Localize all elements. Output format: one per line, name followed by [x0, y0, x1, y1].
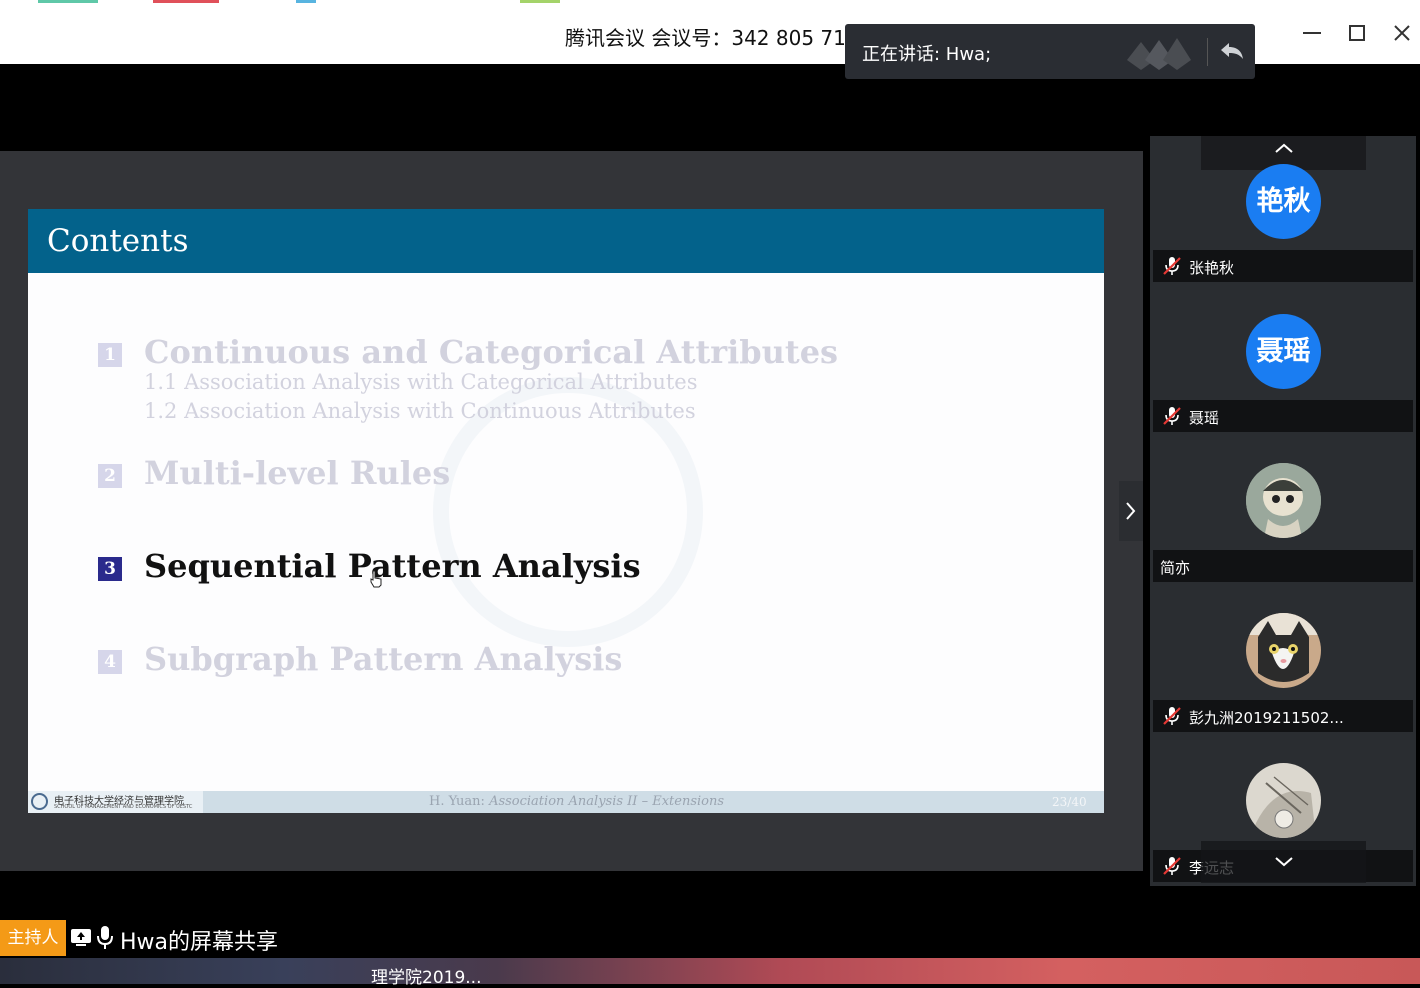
meeting-title: 腾讯会议 会议号：342 805 714: [565, 26, 859, 50]
title-accent-strip: [520, 0, 560, 3]
host-badge: 主持人: [0, 920, 66, 956]
panel-toggle-button[interactable]: [1119, 481, 1143, 541]
title-accent-strip: [153, 0, 219, 3]
mic-icon: [97, 926, 113, 949]
participant-name: 聂瑶: [1189, 409, 1220, 427]
participant-tile[interactable]: 简亦: [1150, 436, 1416, 584]
section-title: Subgraph Pattern Analysis: [144, 640, 623, 678]
audio-wave-icon: [1127, 38, 1191, 70]
footer-course: Association Analysis II – Extensions: [489, 794, 725, 809]
footer-author: H. Yuan:: [429, 794, 490, 809]
subsection-title: 1.2 Association Analysis with Continuous…: [144, 399, 696, 423]
speaking-indicator: 正在讲话: Hwa;: [845, 24, 1255, 79]
divider: [1207, 38, 1208, 66]
mic-muted-icon: [1163, 707, 1181, 725]
section-number: 2: [98, 464, 122, 488]
avatar-image: [1246, 613, 1321, 688]
mic-muted-icon: [1163, 857, 1181, 875]
participant-name: 张艳秋: [1189, 259, 1235, 277]
desktop-background: [0, 958, 1420, 984]
section-title: Continuous and Categorical Attributes: [144, 333, 839, 371]
reply-icon[interactable]: [1217, 36, 1247, 66]
chevron-down-icon: [1275, 857, 1293, 867]
participant-tile[interactable]: 聂瑶 聂瑶: [1150, 286, 1416, 434]
screen-share-icon: [71, 929, 91, 946]
chevron-right-icon: [1126, 502, 1136, 520]
close-icon[interactable]: [1387, 18, 1417, 48]
footer-title: H. Yuan: Association Analysis II – Exten…: [429, 794, 724, 809]
title-accent-strip: [38, 0, 98, 3]
participant-namebar: 聂瑶: [1153, 400, 1413, 432]
desktop-window-label[interactable]: 理学院2019...: [371, 963, 481, 988]
participant-name: 彭九洲2019211502...: [1189, 709, 1344, 727]
title-accent-strip: [296, 0, 316, 3]
mic-muted-icon: [1163, 257, 1181, 275]
minimize-icon[interactable]: [1297, 18, 1327, 48]
participant-panel: 艳秋 张艳秋 聂瑶 聂瑶 简亦 彭九洲2019211502...: [1150, 136, 1416, 886]
section-number: 4: [98, 650, 122, 674]
slide-title: Contents: [47, 223, 189, 259]
avatar-image: [1246, 463, 1321, 538]
subsection-title: 1.1 Association Analysis with Categorica…: [144, 370, 698, 394]
participant-namebar: 彭九洲2019211502...: [1153, 700, 1413, 732]
participant-namebar: 张艳秋: [1153, 250, 1413, 282]
avatar-image: [1246, 763, 1321, 838]
presentation-slide: Contents 1 Continuous and Categorical At…: [28, 209, 1104, 813]
slide-header: Contents: [28, 209, 1104, 273]
maximize-icon[interactable]: [1342, 18, 1372, 48]
section-title-active: Sequential Pattern Analysis: [144, 547, 641, 585]
participant-name: 简亦: [1160, 559, 1191, 577]
avatar: 聂瑶: [1246, 314, 1321, 389]
section-number: 1: [98, 343, 122, 367]
section-title: Multi-level Rules: [144, 454, 451, 492]
avatar: 艳秋: [1246, 164, 1321, 239]
hand-cursor-icon: [370, 570, 382, 588]
screen-share-label: Hwa的屏幕共享: [120, 930, 279, 955]
page-number: 23/40: [1052, 795, 1087, 809]
speaking-label: 正在讲话: Hwa;: [862, 44, 992, 65]
school-seal-icon: [31, 793, 48, 810]
participant-tile[interactable]: 彭九洲2019211502...: [1150, 586, 1416, 734]
school-logo: 电子科技大学经济与管理学院 SCHOOL OF MANAGEMENT AND E…: [28, 791, 203, 813]
participant-tile[interactable]: 艳秋 张艳秋: [1150, 136, 1416, 284]
section-number-active: 3: [98, 557, 122, 581]
school-name-en: SCHOOL OF MANAGEMENT AND ECONOMICS OF UE…: [54, 804, 193, 810]
participant-namebar: 简亦: [1153, 550, 1413, 582]
mic-muted-icon: [1163, 407, 1181, 425]
slide-footer: 电子科技大学经济与管理学院 SCHOOL OF MANAGEMENT AND E…: [28, 791, 1104, 813]
scroll-down-button[interactable]: [1201, 841, 1366, 883]
